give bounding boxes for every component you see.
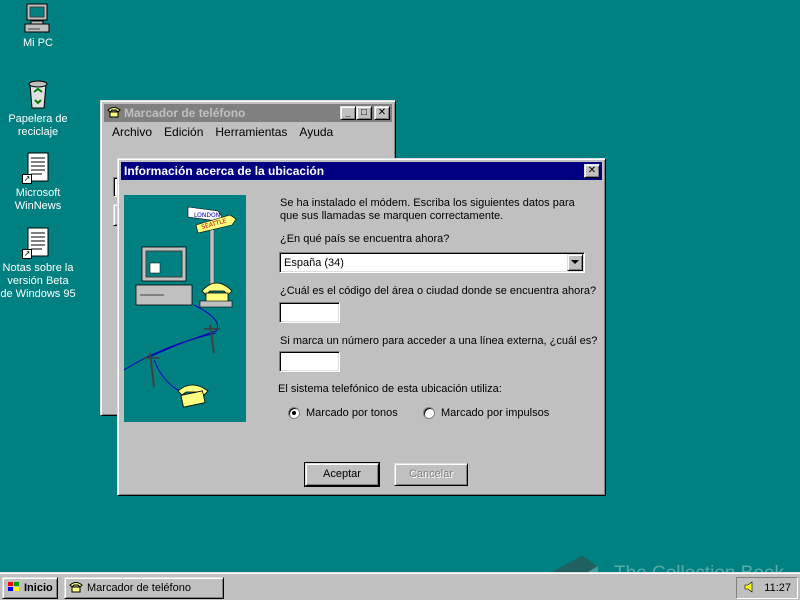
- sign-london: LONDON: [194, 212, 220, 219]
- desktop-icon-my-computer[interactable]: Mi PC: [0, 2, 76, 50]
- close-button[interactable]: ✕: [374, 106, 390, 120]
- maximize-button[interactable]: □: [356, 106, 372, 120]
- intro-text: Se ha instalado el módem. Escriba los si…: [280, 197, 575, 222]
- area-code-input[interactable]: [279, 302, 340, 323]
- taskbar-dialer-label: Marcador de teléfono: [87, 582, 191, 594]
- desktop-icon-label: Microsoft WinNews: [14, 187, 62, 212]
- document-shortcut-icon: ↗: [22, 227, 54, 259]
- menu-herramientas[interactable]: Herramientas: [209, 125, 293, 139]
- computer-icon: [22, 2, 54, 34]
- country-question: ¿En qué país se encuentra ahora?: [280, 233, 450, 245]
- menu-ayuda[interactable]: Ayuda: [293, 125, 339, 139]
- cancel-button[interactable]: Cancelar: [394, 463, 468, 486]
- menu-edicion[interactable]: Edición: [158, 125, 209, 139]
- phone-icon: [69, 581, 83, 596]
- windows-logo-icon: [7, 581, 21, 596]
- shortcut-arrow-icon: ↗: [22, 249, 32, 259]
- pulse-dialing-label: Marcado por impulsos: [441, 407, 550, 419]
- taskbar: Inicio Marcador de teléfono 11:27: [0, 572, 800, 600]
- location-dialog-titlebar[interactable]: Información acerca de la ubicación ✕: [121, 162, 602, 180]
- location-dialog-title: Información acerca de la ubicación: [124, 164, 325, 178]
- speaker-icon[interactable]: [744, 580, 756, 596]
- tone-dialing-label: Marcado por tonos: [306, 407, 398, 419]
- dial-system-label: El sistema telefónico de esta ubicación …: [278, 383, 502, 395]
- outside-line-input[interactable]: [279, 351, 340, 372]
- location-illustration: LONDON SEATTLE: [123, 195, 246, 422]
- clock[interactable]: 11:27: [764, 582, 791, 594]
- start-button[interactable]: Inicio: [2, 577, 58, 599]
- document-shortcut-icon: ↗: [22, 152, 54, 184]
- location-dialog[interactable]: Información acerca de la ubicación ✕ LON…: [117, 158, 606, 496]
- chevron-down-icon[interactable]: [567, 254, 583, 271]
- dialer-titlebar[interactable]: Marcador de teléfono _ □ ✕: [104, 104, 392, 122]
- outside-line-question: Si marca un número para acceder a una lí…: [280, 335, 598, 347]
- close-button[interactable]: ✕: [584, 164, 600, 178]
- area-question: ¿Cuál es el código del área o ciudad don…: [280, 285, 597, 297]
- radio-selected-dot: [292, 411, 296, 415]
- ok-button[interactable]: Aceptar: [304, 462, 380, 487]
- radio-circle: [423, 407, 435, 419]
- desktop-icon-recycle-bin[interactable]: Papelera de reciclaje: [0, 78, 76, 139]
- start-label: Inicio: [24, 582, 53, 594]
- desktop-icon-label: Papelera de reciclaje: [8, 113, 68, 138]
- desktop-icon-label: Notas sobre la versión Beta de Windows 9…: [0, 262, 76, 300]
- pulse-dialing-radio[interactable]: Marcado por impulsos: [423, 407, 549, 419]
- tone-dialing-radio[interactable]: Marcado por tonos: [288, 407, 398, 419]
- menu-archivo[interactable]: Archivo: [106, 125, 158, 139]
- radio-circle: [288, 407, 300, 419]
- desktop-icon-label: Mi PC: [23, 37, 53, 49]
- desktop-icon-winnews[interactable]: ↗ Microsoft WinNews: [0, 152, 76, 213]
- desktop-icon-beta-notes[interactable]: ↗ Notas sobre la versión Beta de Windows…: [0, 227, 76, 301]
- taskbar-dialer-button[interactable]: Marcador de teléfono: [64, 577, 224, 599]
- system-tray: 11:27: [736, 577, 798, 599]
- phone-icon: [107, 106, 121, 121]
- country-select[interactable]: España (34): [279, 252, 585, 273]
- minimize-button[interactable]: _: [340, 106, 356, 120]
- shortcut-arrow-icon: ↗: [22, 174, 32, 184]
- recycle-bin-icon: [22, 78, 54, 110]
- country-select-value: España (34): [284, 256, 344, 269]
- dialer-menubar: Archivo Edición Herramientas Ayuda: [104, 122, 392, 141]
- dialer-title: Marcador de teléfono: [124, 106, 246, 120]
